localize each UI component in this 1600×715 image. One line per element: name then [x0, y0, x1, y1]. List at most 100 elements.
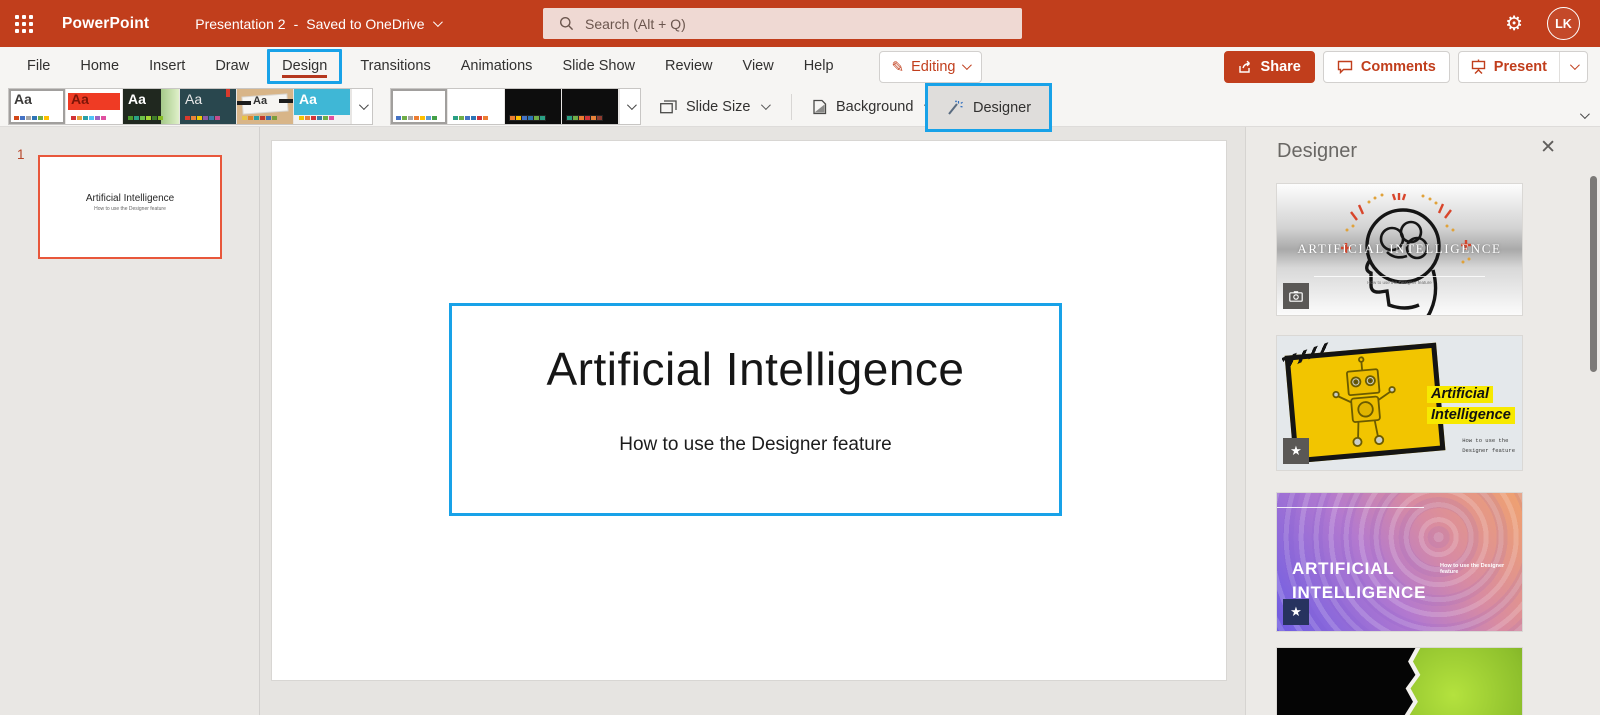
photo-badge-icon: [1283, 283, 1309, 309]
powerpoint-web-app: PowerPoint Presentation 2 - Saved to One…: [0, 0, 1600, 715]
search-box[interactable]: [543, 8, 1022, 39]
card2-title-line2: Intelligence: [1427, 407, 1515, 424]
close-icon[interactable]: ✕: [1540, 136, 1556, 159]
tab-home[interactable]: Home: [65, 47, 134, 86]
design-suggestion-3[interactable]: ARTIFICIAL INTELLIGENCE How to use the D…: [1277, 493, 1522, 631]
theme-aa-label: Aa: [253, 95, 268, 107]
star-icon: ★: [1290, 604, 1302, 619]
chevron-down-icon: [962, 60, 973, 71]
color-swatch-row: [71, 116, 106, 120]
content-area: 1 Artificial Intelligence How to use the…: [0, 127, 1600, 715]
tab-insert[interactable]: Insert: [134, 47, 200, 86]
card2-subtitle: How to use the Designer feature: [1462, 436, 1515, 455]
app-launcher-button[interactable]: [0, 0, 48, 47]
variant-variant-1[interactable]: [391, 89, 448, 124]
designer-pane-title: Designer: [1277, 140, 1358, 162]
chevron-down-icon: [626, 100, 637, 111]
chevron-down-icon: [432, 17, 443, 28]
collapse-ribbon-button[interactable]: [1574, 108, 1592, 122]
tab-file[interactable]: File: [12, 47, 65, 86]
background-button[interactable]: Background: [800, 86, 943, 127]
top-bar: PowerPoint Presentation 2 - Saved to One…: [0, 0, 1600, 47]
theme-cyan[interactable]: Aa: [294, 89, 351, 124]
theme-office[interactable]: Aa: [9, 89, 66, 124]
editing-mode-button[interactable]: ✎ Editing: [878, 50, 983, 83]
tab-view[interactable]: View: [728, 47, 789, 86]
card2-title-line1: Artificial: [1427, 386, 1494, 403]
background-icon: [813, 99, 827, 114]
tab-transitions[interactable]: Transitions: [345, 47, 445, 86]
theme-red[interactable]: Aa: [66, 89, 123, 124]
color-swatch-row: [453, 116, 488, 120]
selected-title-textbox[interactable]: Artificial Intelligence How to use the D…: [449, 303, 1062, 516]
present-label: Present: [1493, 58, 1547, 75]
variant-variant-2[interactable]: [448, 89, 505, 124]
star-icon: ★: [1290, 443, 1302, 458]
color-swatch-row: [566, 115, 603, 121]
card1-subtitle: How to use the Designer feature: [1367, 280, 1432, 285]
scrollbar-thumb[interactable]: [1590, 176, 1597, 372]
slide-thumbnail-panel: 1 Artificial Intelligence How to use the…: [0, 127, 260, 715]
comments-icon: [1337, 60, 1353, 74]
tab-draw[interactable]: Draw: [200, 47, 264, 86]
color-swatch-row: [299, 116, 334, 120]
theme-gallery-expand-button[interactable]: [351, 89, 372, 124]
pencil-icon: ✎: [891, 58, 905, 76]
design-suggestion-1[interactable]: ARTIFICIAL INTELLIGENCE How to use the D…: [1277, 184, 1522, 315]
theme-gallery: Aa Aa Aa Aa Aa Aa: [8, 88, 373, 125]
tab-help[interactable]: Help: [789, 47, 849, 86]
search-input[interactable]: [585, 15, 965, 32]
variant-gallery-expand-button[interactable]: [619, 89, 640, 124]
slide-title-text: Artificial Intelligence: [546, 343, 965, 395]
theme-aa-label: Aa: [185, 91, 203, 107]
card3-subtitle: How to use the Designer feature: [1440, 563, 1505, 575]
theme-dark-green[interactable]: Aa: [123, 89, 180, 124]
topbar-right: ⚙ LK: [1505, 7, 1600, 40]
slide-editing-surface[interactable]: Artificial Intelligence How to use the D…: [272, 141, 1226, 680]
slide-size-button[interactable]: Slide Size: [648, 86, 780, 127]
card3-title: ARTIFICIAL INTELLIGENCE: [1292, 557, 1426, 605]
menu-bar: File Home Insert Draw Design Transitions Anima…: [0, 47, 1600, 86]
design-suggestion-4[interactable]: Artificial: [1277, 648, 1522, 715]
slide-number: 1: [17, 147, 25, 162]
present-dropdown-button[interactable]: [1559, 51, 1587, 82]
present-split-button[interactable]: Present: [1457, 50, 1588, 83]
tab-slide-show[interactable]: Slide Show: [547, 47, 650, 86]
slide-subtitle-text: How to use the Designer feature: [619, 434, 892, 455]
comments-label: Comments: [1360, 58, 1436, 75]
tab-animations[interactable]: Animations: [446, 47, 548, 86]
variant-variant-4[interactable]: [562, 89, 619, 124]
thumbnail-title: Artificial Intelligence: [85, 193, 175, 204]
slide-1-thumbnail[interactable]: Artificial Intelligence How to use the D…: [38, 155, 222, 259]
thumbnail-subtitle: How to use the Designer feature: [94, 206, 166, 212]
present-button[interactable]: Present: [1459, 52, 1559, 82]
present-icon: [1471, 59, 1485, 74]
share-button[interactable]: Share: [1223, 50, 1315, 83]
variant-variant-3[interactable]: [505, 89, 562, 124]
sparkle-star-badge-icon: ★: [1283, 438, 1309, 464]
settings-gear-icon[interactable]: ⚙: [1505, 14, 1523, 34]
sparkle-star-badge-icon: ★: [1283, 599, 1309, 625]
document-title-menu[interactable]: Presentation 2 - Saved to OneDrive: [195, 15, 443, 32]
designer-button[interactable]: Designer: [925, 83, 1053, 132]
chevron-down-icon: [358, 100, 369, 111]
card2-subtitle-line2: Designer feature: [1462, 446, 1515, 454]
color-swatch-row: [14, 116, 49, 120]
design-suggestion-2[interactable]: Artificial Intelligence How to use the D…: [1277, 336, 1522, 470]
menubar-right-actions: Share Comments Present: [1223, 50, 1588, 83]
document-title: Presentation 2: [195, 15, 286, 32]
designer-label: Designer: [973, 99, 1032, 116]
comments-button[interactable]: Comments: [1322, 50, 1450, 83]
tab-review[interactable]: Review: [650, 47, 728, 86]
card1-title: ARTIFICIAL INTELLIGENCE: [1297, 241, 1502, 256]
share-label: Share: [1260, 58, 1301, 75]
active-tab-underline: [282, 75, 328, 78]
theme-teal[interactable]: Aa: [180, 89, 237, 124]
color-swatch-row: [509, 115, 546, 121]
theme-wood[interactable]: Aa: [237, 89, 294, 124]
account-avatar[interactable]: LK: [1547, 7, 1580, 40]
search-icon: [560, 17, 574, 31]
tab-design[interactable]: Design: [267, 49, 343, 84]
card2-subtitle-line1: How to use the: [1462, 437, 1509, 445]
card3-divider: [1277, 507, 1424, 508]
